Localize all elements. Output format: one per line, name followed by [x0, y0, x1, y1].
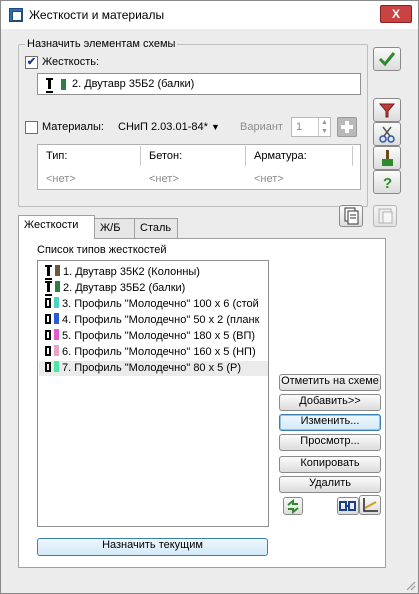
stiffness-color-swatch: [61, 79, 66, 90]
list-item[interactable]: 6. Профиль "Молодечно" 160 x 5 (НП): [45, 345, 256, 360]
document-copy-icon: [344, 207, 359, 225]
tab-stiffness[interactable]: Жесткости: [18, 215, 95, 239]
window-title: Жесткости и материалы: [29, 8, 165, 22]
cut-button[interactable]: [373, 122, 401, 146]
color-swatch: [54, 329, 59, 340]
brush-button[interactable]: [373, 146, 401, 170]
svg-text:?: ?: [383, 175, 392, 192]
color-swatch: [55, 281, 60, 292]
assign-current-button[interactable]: Назначить текущим: [37, 538, 268, 556]
cell-rebar: <нет>: [254, 173, 284, 185]
help-button[interactable]: ?: [373, 170, 401, 194]
view-button[interactable]: Просмотр...: [279, 434, 381, 451]
resize-grip-icon[interactable]: [404, 579, 416, 591]
stiffness-field[interactable]: 2. Двутавр 35Б2 (балки): [37, 73, 361, 95]
column-concrete: Бетон:: [141, 146, 246, 166]
paste-document-button[interactable]: [373, 205, 397, 227]
i-beam-icon: [45, 265, 52, 280]
brush-icon: [382, 150, 393, 166]
refresh-button[interactable]: [283, 497, 303, 515]
add-material-button[interactable]: [337, 117, 357, 137]
assign-group-legend: Назначить элементам схемы: [25, 38, 178, 50]
stiffness-materials-dialog: Жесткости и материалы X Назначить элемен…: [0, 0, 419, 594]
variant-value: 1: [296, 121, 303, 133]
i-beam-icon: [45, 281, 52, 296]
rect-tube-icon: [45, 362, 51, 372]
app-icon: [9, 8, 23, 22]
section-button[interactable]: [337, 497, 359, 515]
code-select[interactable]: СНиП 2.03.01-84* ▼: [118, 121, 220, 133]
add-button[interactable]: Добавить>>: [279, 394, 381, 411]
variant-spinner[interactable]: 1 ▲ ▼: [291, 117, 331, 137]
axes-icon: [363, 498, 378, 512]
spinner-arrows-icon[interactable]: ▲ ▼: [318, 118, 330, 136]
tab-reinforced-concrete[interactable]: Ж/Б: [94, 218, 135, 238]
document-paste-icon: [378, 208, 393, 224]
rect-tube-icon: [45, 330, 51, 340]
cell-concrete: <нет>: [149, 173, 179, 185]
scissors-icon: [379, 126, 395, 143]
axes-button[interactable]: [359, 495, 381, 515]
filter-button[interactable]: [373, 98, 401, 122]
list-caption: Список типов жесткостей: [37, 244, 167, 256]
edit-button[interactable]: Изменить...: [279, 414, 381, 431]
code-value: СНиП 2.03.01-84*: [118, 121, 208, 133]
color-swatch: [54, 345, 59, 356]
list-item-selected[interactable]: 7. Профиль "Молодечно" 80 x 5 (Р): [39, 361, 268, 376]
close-button[interactable]: X: [380, 5, 412, 23]
mark-on-scheme-button[interactable]: Отметить на схеме: [279, 374, 381, 391]
i-beam-icon: [46, 78, 53, 93]
list-item[interactable]: 3. Профиль "Молодечно" 100 x 6 (стой: [45, 297, 259, 312]
tab-steel[interactable]: Сталь: [134, 218, 178, 238]
materials-label: Материалы:: [42, 121, 104, 133]
column-type: Тип:: [38, 146, 141, 166]
color-swatch: [54, 361, 59, 372]
color-swatch: [54, 297, 59, 308]
title-bar: Жесткости и материалы X: [1, 1, 418, 29]
stiffness-label: Жесткость:: [42, 56, 100, 68]
cell-type: <нет>: [46, 173, 76, 185]
help-icon: ?: [383, 175, 392, 192]
copy-button[interactable]: Копировать: [279, 456, 381, 473]
variant-label: Вариант: [240, 121, 283, 133]
ok-button[interactable]: [373, 47, 401, 71]
column-rebar: Арматура:: [246, 146, 353, 166]
rect-tube-icon: [45, 298, 51, 308]
refresh-arrows-icon: [287, 498, 299, 515]
section-icon: [339, 501, 356, 511]
list-item[interactable]: 1. Двутавр 35К2 (Колонны): [45, 265, 200, 280]
color-swatch: [54, 313, 59, 324]
rect-tube-icon: [45, 314, 51, 324]
delete-button[interactable]: Удалить: [279, 476, 381, 493]
filter-icon: [378, 103, 396, 118]
list-item[interactable]: 5. Профиль "Молодечно" 180 x 5 (ВП): [45, 329, 255, 344]
plus-icon: [341, 121, 353, 133]
stiffness-value: 2. Двутавр 35Б2 (балки): [72, 78, 195, 90]
list-item[interactable]: 2. Двутавр 35Б2 (балки): [45, 281, 185, 296]
stiffness-checkbox[interactable]: ✔: [25, 56, 38, 69]
dropdown-arrow-icon: ▼: [210, 122, 220, 132]
materials-checkbox[interactable]: [25, 121, 38, 134]
list-item[interactable]: 4. Профиль "Молодечно" 50 x 2 (планк: [45, 313, 259, 328]
color-swatch: [55, 265, 60, 276]
check-icon: [378, 52, 396, 67]
copy-document-button[interactable]: [339, 205, 363, 227]
stiffness-list[interactable]: 1. Двутавр 35К2 (Колонны) 2. Двутавр 35Б…: [37, 260, 269, 527]
rect-tube-icon: [45, 346, 51, 356]
